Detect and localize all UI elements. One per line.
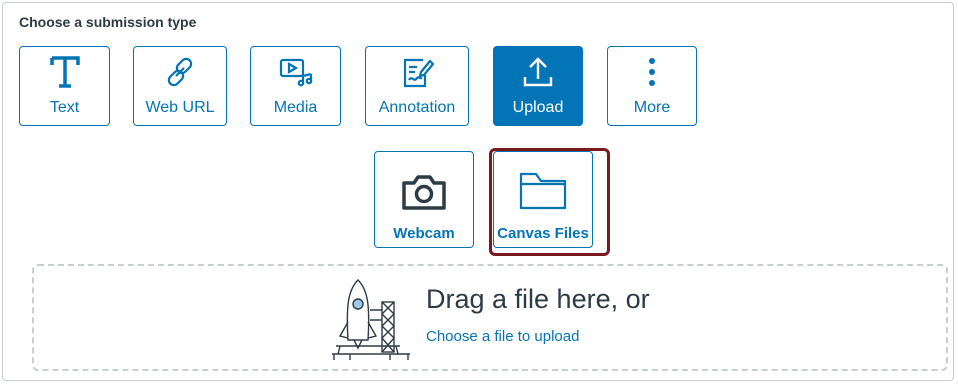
- camera-icon: [375, 152, 473, 212]
- canvas-files-label: Canvas Files: [497, 225, 589, 242]
- media-type-button[interactable]: Media: [250, 46, 341, 126]
- choose-file-link[interactable]: Choose a file to upload: [426, 328, 579, 345]
- webcam-label: Webcam: [393, 225, 455, 242]
- text-icon: [20, 47, 109, 97]
- web-url-type-label: Web URL: [145, 99, 215, 116]
- annotation-type-button[interactable]: Annotation: [365, 46, 469, 126]
- link-icon: [134, 47, 226, 97]
- more-type-button[interactable]: More: [607, 46, 697, 126]
- media-icon: [251, 47, 340, 97]
- webcam-button[interactable]: Webcam: [374, 151, 474, 248]
- upload-icon: [494, 47, 582, 97]
- more-type-label: More: [633, 99, 671, 116]
- folder-icon: [494, 152, 592, 212]
- rocket-launch-icon: [332, 279, 410, 360]
- media-type-label: Media: [273, 99, 318, 116]
- upload-type-label: Upload: [512, 99, 564, 116]
- file-drop-zone[interactable]: Drag a file here, or Choose a file to up…: [32, 264, 948, 371]
- annotation-icon: [366, 47, 468, 97]
- text-type-button[interactable]: Text: [19, 46, 110, 126]
- canvas-files-button[interactable]: Canvas Files: [493, 151, 593, 248]
- dropzone-title: Drag a file here, or: [426, 284, 650, 314]
- submission-panel: Choose a submission type Text Web URL Me…: [2, 2, 954, 381]
- web-url-type-button[interactable]: Web URL: [133, 46, 227, 126]
- page-title: Choose a submission type: [19, 14, 197, 30]
- text-type-label: Text: [49, 99, 80, 116]
- upload-type-button[interactable]: Upload: [493, 46, 583, 126]
- annotation-type-label: Annotation: [378, 99, 456, 116]
- more-vertical-icon: [608, 47, 696, 97]
